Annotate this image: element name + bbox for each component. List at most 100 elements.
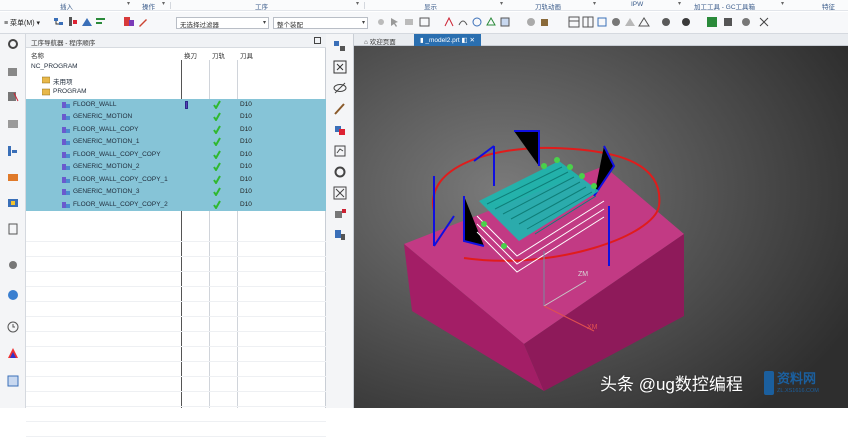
settings-icon[interactable]: [6, 37, 20, 51]
view-icon[interactable]: [419, 16, 431, 28]
edit-display-icon[interactable]: [706, 16, 718, 28]
tree-row-root[interactable]: NC_PROGRAM: [26, 61, 326, 74]
ribbon-group-ipw[interactable]: IPW: [631, 1, 643, 8]
close-icon[interactable]: ✕: [470, 37, 475, 44]
layers-icon[interactable]: [333, 123, 347, 137]
web-icon[interactable]: [6, 288, 20, 302]
face-icon[interactable]: [485, 16, 497, 28]
tree-row-folder[interactable]: 未用项: [26, 74, 326, 87]
gear-icon[interactable]: [333, 165, 347, 179]
method-view-icon[interactable]: [95, 16, 107, 28]
fit-view-icon[interactable]: [333, 60, 347, 74]
assembly-scope-select[interactable]: 整个装配 ▾: [273, 17, 368, 29]
operation-icon: [62, 163, 70, 171]
ribbon-group-operation[interactable]: 操作: [142, 1, 155, 11]
tree-row-tool: D10: [240, 163, 252, 170]
machine-icon[interactable]: [6, 170, 20, 184]
tree-row-operation[interactable]: FLOOR_WALL_COPY_COPY_2 D10: [26, 198, 326, 211]
selection-filter-select[interactable]: 无选择过滤器 ▾: [176, 17, 269, 29]
chevron-down-icon[interactable]: ▾: [162, 0, 165, 7]
table-icon[interactable]: [582, 16, 594, 28]
program-view-icon[interactable]: [53, 16, 65, 28]
layer-icon[interactable]: [403, 16, 415, 28]
snap-point-icon[interactable]: [375, 16, 387, 28]
z-axis-label: ZM: [578, 271, 588, 278]
body-icon[interactable]: [499, 16, 511, 28]
ribbon-group-gc-toolbox[interactable]: 加工工具 - GC工具箱: [694, 1, 755, 11]
tree-row-program[interactable]: PROGRAM: [26, 86, 326, 99]
constraint-icon[interactable]: [6, 90, 20, 104]
palette-icon[interactable]: [6, 346, 20, 360]
ribbon-group-display[interactable]: 显示: [424, 1, 437, 11]
frame-icon[interactable]: [596, 16, 608, 28]
view-toolbar: [326, 34, 354, 408]
tree-row-operation[interactable]: FLOOR_WALL D10: [26, 98, 326, 111]
geometry-view-icon[interactable]: [81, 16, 93, 28]
maximize-icon[interactable]: [314, 37, 321, 44]
chevron-down-icon[interactable]: ▾: [356, 0, 359, 7]
edit-object-icon[interactable]: [137, 16, 149, 28]
ribbon-group-process[interactable]: 工序: [255, 1, 268, 11]
point-icon[interactable]: [443, 16, 455, 28]
geometry-icon[interactable]: [6, 196, 20, 210]
chevron-down-icon[interactable]: ▾: [678, 0, 681, 7]
assembly-icon[interactable]: [6, 64, 20, 78]
chevron-down-icon[interactable]: ▾: [127, 0, 130, 7]
close-box-icon[interactable]: [333, 186, 347, 200]
column-tool[interactable]: 刀具: [240, 50, 253, 60]
layout-icon[interactable]: [568, 16, 580, 28]
grid-divider: [26, 406, 326, 407]
tree-row-operation[interactable]: GENERIC_MOTION D10: [26, 111, 326, 124]
method-icon[interactable]: [6, 222, 20, 236]
graphics-viewport[interactable]: ZM XM: [354, 46, 848, 408]
column-name[interactable]: 名称: [31, 50, 44, 60]
circle-icon[interactable]: [471, 16, 483, 28]
chevron-down-icon[interactable]: ▾: [593, 0, 596, 7]
column-path[interactable]: 刀轨: [212, 50, 225, 60]
tab-model2[interactable]: ▮ _model2.prt ◧ ✕: [414, 34, 481, 46]
assembly-nav-icon[interactable]: [333, 39, 347, 53]
curve-icon[interactable]: [457, 16, 469, 28]
tree-row-operation[interactable]: FLOOR_WALL_COPY_COPY_1 D10: [26, 173, 326, 186]
render-icon[interactable]: [610, 16, 622, 28]
column-tool-change[interactable]: 换刀: [184, 50, 197, 60]
wireframe-icon[interactable]: [638, 16, 650, 28]
brush-icon[interactable]: [333, 102, 347, 116]
select-icon[interactable]: [389, 16, 401, 28]
tree-row-operation[interactable]: GENERIC_MOTION_1 D10: [26, 136, 326, 149]
tree-row-name: NC_PROGRAM: [31, 63, 78, 70]
tool-view-icon[interactable]: [67, 16, 79, 28]
sticker-icon[interactable]: [740, 16, 752, 28]
material-icon[interactable]: [333, 207, 347, 221]
tree-row-name: GENERIC_MOTION_1: [73, 138, 140, 145]
tab-welcome[interactable]: ⌂ 欢迎页面: [358, 34, 402, 46]
operation-navigator: 工序导航器 - 程序顺序 名称 换刀 刀轨 刀具 NC_PROGRAM 未用项 PR…: [26, 34, 326, 437]
sphere-icon[interactable]: [525, 16, 537, 28]
show-hide-icon[interactable]: [722, 16, 734, 28]
cube-icon[interactable]: [539, 16, 551, 28]
ribbon-group-insert[interactable]: 插入: [60, 1, 73, 11]
part-icon[interactable]: [6, 116, 20, 130]
menu-button[interactable]: ≡ 菜单(M) ▾: [4, 18, 40, 28]
ribbon-group-toolpath-animation[interactable]: 刀轨动画: [535, 1, 561, 11]
tree-row-operation[interactable]: FLOOR_WALL_COPY D10: [26, 123, 326, 136]
display-mode-icon[interactable]: [660, 16, 672, 28]
tree-row-operation[interactable]: GENERIC_MOTION_2 D10: [26, 161, 326, 174]
create-operation-icon[interactable]: [123, 16, 135, 28]
shade-icon[interactable]: [624, 16, 636, 28]
tree-row-operation[interactable]: GENERIC_MOTION_3 D10: [26, 186, 326, 199]
history-icon[interactable]: [6, 144, 20, 158]
chart-icon[interactable]: [333, 144, 347, 158]
chevron-down-icon[interactable]: ▾: [500, 0, 503, 7]
pin-icon[interactable]: ◧: [462, 37, 468, 44]
eye-icon[interactable]: [333, 81, 347, 95]
tools-icon[interactable]: [758, 16, 770, 28]
gear-icon[interactable]: [6, 258, 20, 272]
tool-library-icon[interactable]: [333, 228, 347, 242]
clock-icon[interactable]: [6, 320, 20, 334]
chevron-down-icon[interactable]: ▾: [781, 0, 784, 7]
tree-row-operation[interactable]: FLOOR_WALL_COPY_COPY D10: [26, 148, 326, 161]
color-icon[interactable]: [680, 16, 692, 28]
ribbon-group-feature[interactable]: 特征: [822, 1, 835, 11]
roles-icon[interactable]: [6, 374, 20, 388]
